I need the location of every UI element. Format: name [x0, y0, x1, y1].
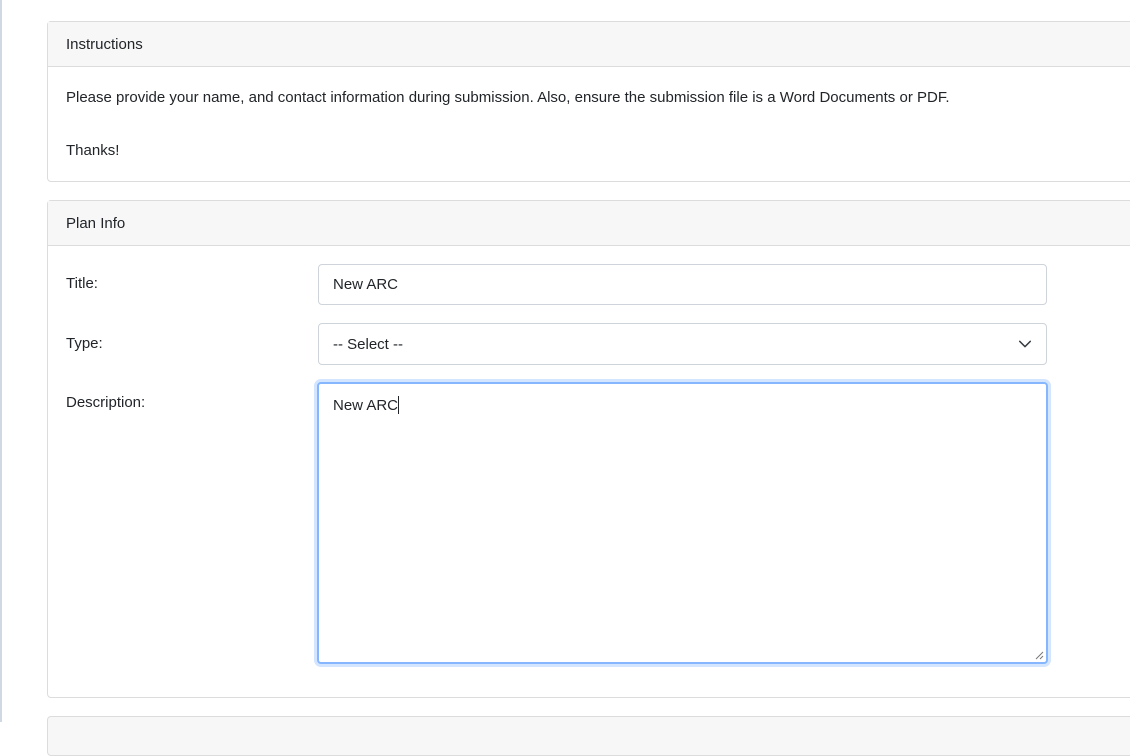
title-label: Title:: [66, 275, 98, 292]
text-caret: [398, 396, 400, 414]
description-label: Description:: [66, 394, 146, 411]
type-select-value: -- Select --: [333, 335, 404, 353]
description-textarea[interactable]: New ARC: [317, 382, 1048, 664]
description-value: New ARC: [333, 397, 399, 414]
resize-grip-icon[interactable]: [1034, 650, 1044, 660]
next-card: [47, 716, 1130, 756]
plan-info-card: Plan Info Title: New ARC Type: -- Select…: [47, 200, 1130, 698]
instructions-body: Please provide your name, and contact in…: [48, 67, 1130, 162]
left-border: [0, 0, 2, 722]
instructions-closing: Thanks!: [66, 142, 120, 159]
type-label: Type:: [66, 335, 103, 352]
title-input[interactable]: New ARC: [318, 264, 1047, 305]
instructions-header: Instructions: [48, 22, 1130, 67]
instructions-text: Please provide your name, and contact in…: [66, 89, 950, 106]
type-select[interactable]: -- Select --: [318, 323, 1047, 365]
title-input-value: New ARC: [333, 276, 399, 293]
plan-info-header: Plan Info: [48, 201, 1130, 246]
chevron-down-icon: [1018, 340, 1032, 348]
instructions-card: Instructions Please provide your name, a…: [47, 21, 1130, 182]
